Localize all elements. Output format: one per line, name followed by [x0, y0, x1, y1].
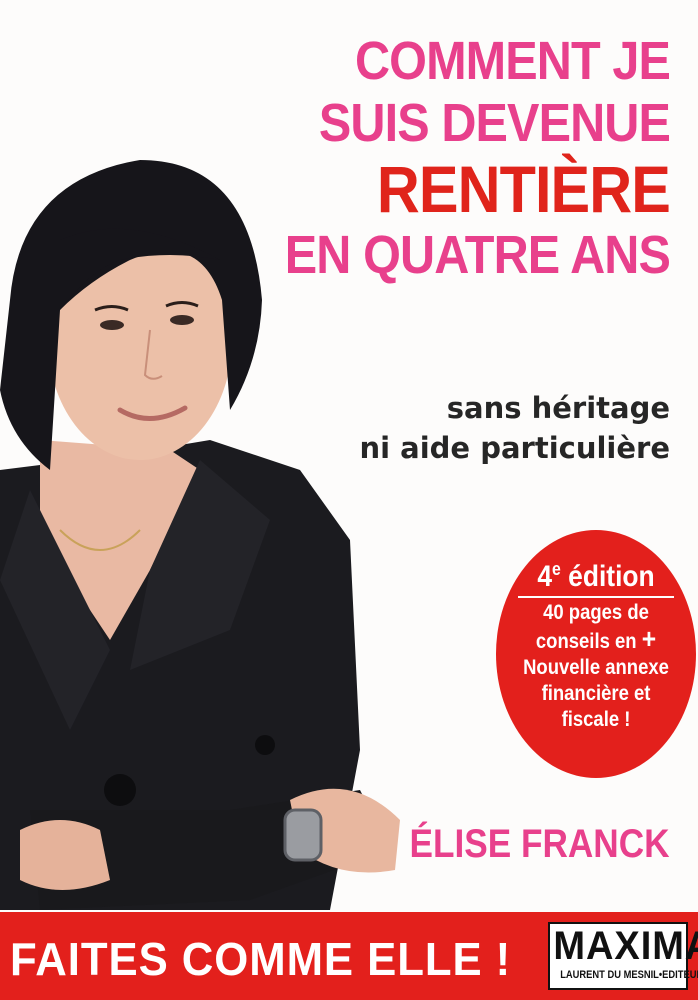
badge-line-4: financière et — [541, 682, 651, 705]
edition-label: 4e édition — [508, 552, 684, 594]
publisher-logo-text: MAXIMA — [553, 924, 698, 968]
book-subtitle: sans héritage ni aide particulière — [270, 388, 670, 468]
edition-badge: 4e édition 40 pages de conseils en + Nou… — [496, 530, 696, 778]
edition-number: 4 — [537, 560, 552, 593]
badge-divider — [518, 596, 674, 598]
plus-icon: + — [641, 623, 657, 654]
badge-line-2: conseils en + — [508, 623, 684, 655]
publisher-imprint: LAURENT DU MESNIL•EDITEUR — [560, 969, 698, 981]
title-line-4: EN QUATRE ANS — [284, 225, 671, 285]
badge-line-5: fiscale ! — [561, 708, 631, 731]
book-cover: COMMENT JE SUIS DEVENUE RENTIÈRE EN QUAT… — [0, 0, 698, 1000]
badge-line-2-text: conseils en — [535, 630, 637, 653]
title-line-1: COMMENT JE — [354, 31, 671, 91]
book-title: COMMENT JE SUIS DEVENUE RENTIÈRE EN QUAT… — [230, 30, 671, 286]
subtitle-line-2: ni aide particulière — [359, 431, 670, 465]
edition-suffix: e — [552, 559, 561, 579]
slogan: FAITES COMME ELLE ! — [10, 933, 512, 985]
author-name: ÉLISE FRANCK — [409, 822, 670, 866]
subtitle-line-1: sans héritage — [446, 391, 670, 425]
publisher-logo: MAXIMA LAURENT DU MESNIL•EDITEUR — [548, 922, 698, 990]
edition-word: édition — [568, 560, 655, 593]
title-line-2: SUIS DEVENUE — [318, 93, 671, 153]
title-line-3: RENTIÈRE — [376, 152, 671, 226]
badge-line-3: Nouvelle annexe — [523, 656, 669, 679]
badge-line-1: 40 pages de — [543, 601, 649, 624]
bottom-banner: FAITES COMME ELLE ! MAXIMA LAURENT DU ME… — [0, 912, 698, 1000]
badge-text: 40 pages de conseils en + Nouvelle annex… — [508, 600, 684, 733]
